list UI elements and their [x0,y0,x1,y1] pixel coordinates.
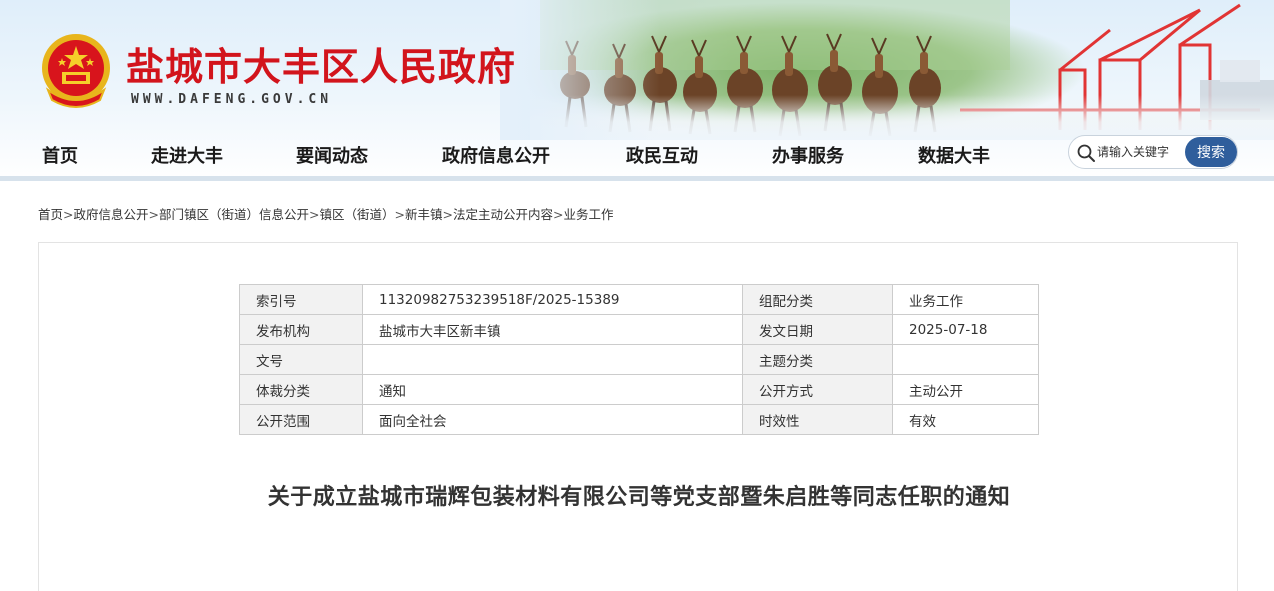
document-title: 关于成立盐城市瑞辉包装材料有限公司等党支部暨朱启胜等同志任职的通知 [267,484,1011,510]
site-url: WWW.DAFENG.GOV.CN [131,92,333,107]
breadcrumb-dept-info[interactable]: 部门镇区（街道）信息公开 [159,207,309,222]
breadcrumb: 首页>政府信息公开>部门镇区（街道）信息公开>镇区（街道）>新丰镇>法定主动公开… [38,204,614,223]
meta-label: 体裁分类 [239,374,363,405]
meta-label: 发文日期 [742,314,893,345]
meta-label: 索引号 [239,284,363,315]
meta-label: 时效性 [742,404,893,435]
table-row: 索引号 11320982753239518F/2025-15389 组配分类 业… [239,284,1039,315]
meta-label: 主题分类 [742,344,893,375]
meta-value: 面向全社会 [362,404,743,435]
meta-label: 发布机构 [239,314,363,345]
breadcrumb-separator: > [309,207,320,222]
meta-value: 业务工作 [892,284,1039,315]
banner-image [500,0,1274,140]
breadcrumb-gov-info[interactable]: 政府信息公开 [74,207,149,222]
breadcrumb-towns[interactable]: 镇区（街道） [320,207,395,222]
meta-value: 2025-07-18 [892,314,1039,345]
search-box: 搜索 [1068,135,1238,169]
nav-item-gov-info[interactable]: 政府信息公开 [442,142,550,168]
breadcrumb-xinfeng[interactable]: 新丰镇 [405,207,443,222]
content-panel: 索引号 11320982753239518F/2025-15389 组配分类 业… [38,242,1238,591]
breadcrumb-statutory[interactable]: 法定主动公开内容 [453,207,553,222]
meta-label: 公开方式 [742,374,893,405]
table-row: 体裁分类 通知 公开方式 主动公开 [239,374,1039,405]
meta-label: 文号 [239,344,363,375]
search-icon [1077,144,1095,162]
site-header: 盐城市大丰区人民政府 WWW.DAFENG.GOV.CN 首页 走进大丰 要闻动… [0,0,1274,180]
nav-item-data[interactable]: 数据大丰 [918,142,990,168]
meta-label: 组配分类 [742,284,893,315]
nav-item-services[interactable]: 办事服务 [772,142,844,168]
breadcrumb-separator: > [148,207,159,222]
meta-value: 主动公开 [892,374,1039,405]
search-button[interactable]: 搜索 [1185,137,1237,167]
breadcrumb-separator: > [394,207,405,222]
nav-item-home[interactable]: 首页 [42,142,78,168]
metadata-table: 索引号 11320982753239518F/2025-15389 组配分类 业… [239,284,1039,435]
breadcrumb-business[interactable]: 业务工作 [564,207,614,222]
table-row: 公开范围 面向全社会 时效性 有效 [239,404,1039,435]
meta-value: 通知 [362,374,743,405]
meta-value: 盐城市大丰区新丰镇 [362,314,743,345]
breadcrumb-separator: > [442,207,453,222]
main-nav: 首页 走进大丰 要闻动态 政府信息公开 政民互动 办事服务 数据大丰 [0,136,1060,172]
meta-value: 有效 [892,404,1039,435]
table-row: 文号 主题分类 [239,344,1039,375]
header-divider [0,176,1274,181]
meta-value [362,344,743,375]
breadcrumb-separator: > [63,207,74,222]
nav-item-interaction[interactable]: 政民互动 [626,142,698,168]
site-title[interactable]: 盐城市大丰区人民政府 [126,36,516,91]
nav-item-about[interactable]: 走进大丰 [151,142,223,168]
breadcrumb-separator: > [553,207,564,222]
meta-value: 11320982753239518F/2025-15389 [362,284,743,315]
table-row: 发布机构 盐城市大丰区新丰镇 发文日期 2025-07-18 [239,314,1039,345]
search-input[interactable] [1097,142,1181,162]
breadcrumb-home[interactable]: 首页 [38,207,63,222]
national-emblem-icon [42,34,110,108]
meta-label: 公开范围 [239,404,363,435]
meta-value [892,344,1039,375]
nav-item-news[interactable]: 要闻动态 [296,142,368,168]
